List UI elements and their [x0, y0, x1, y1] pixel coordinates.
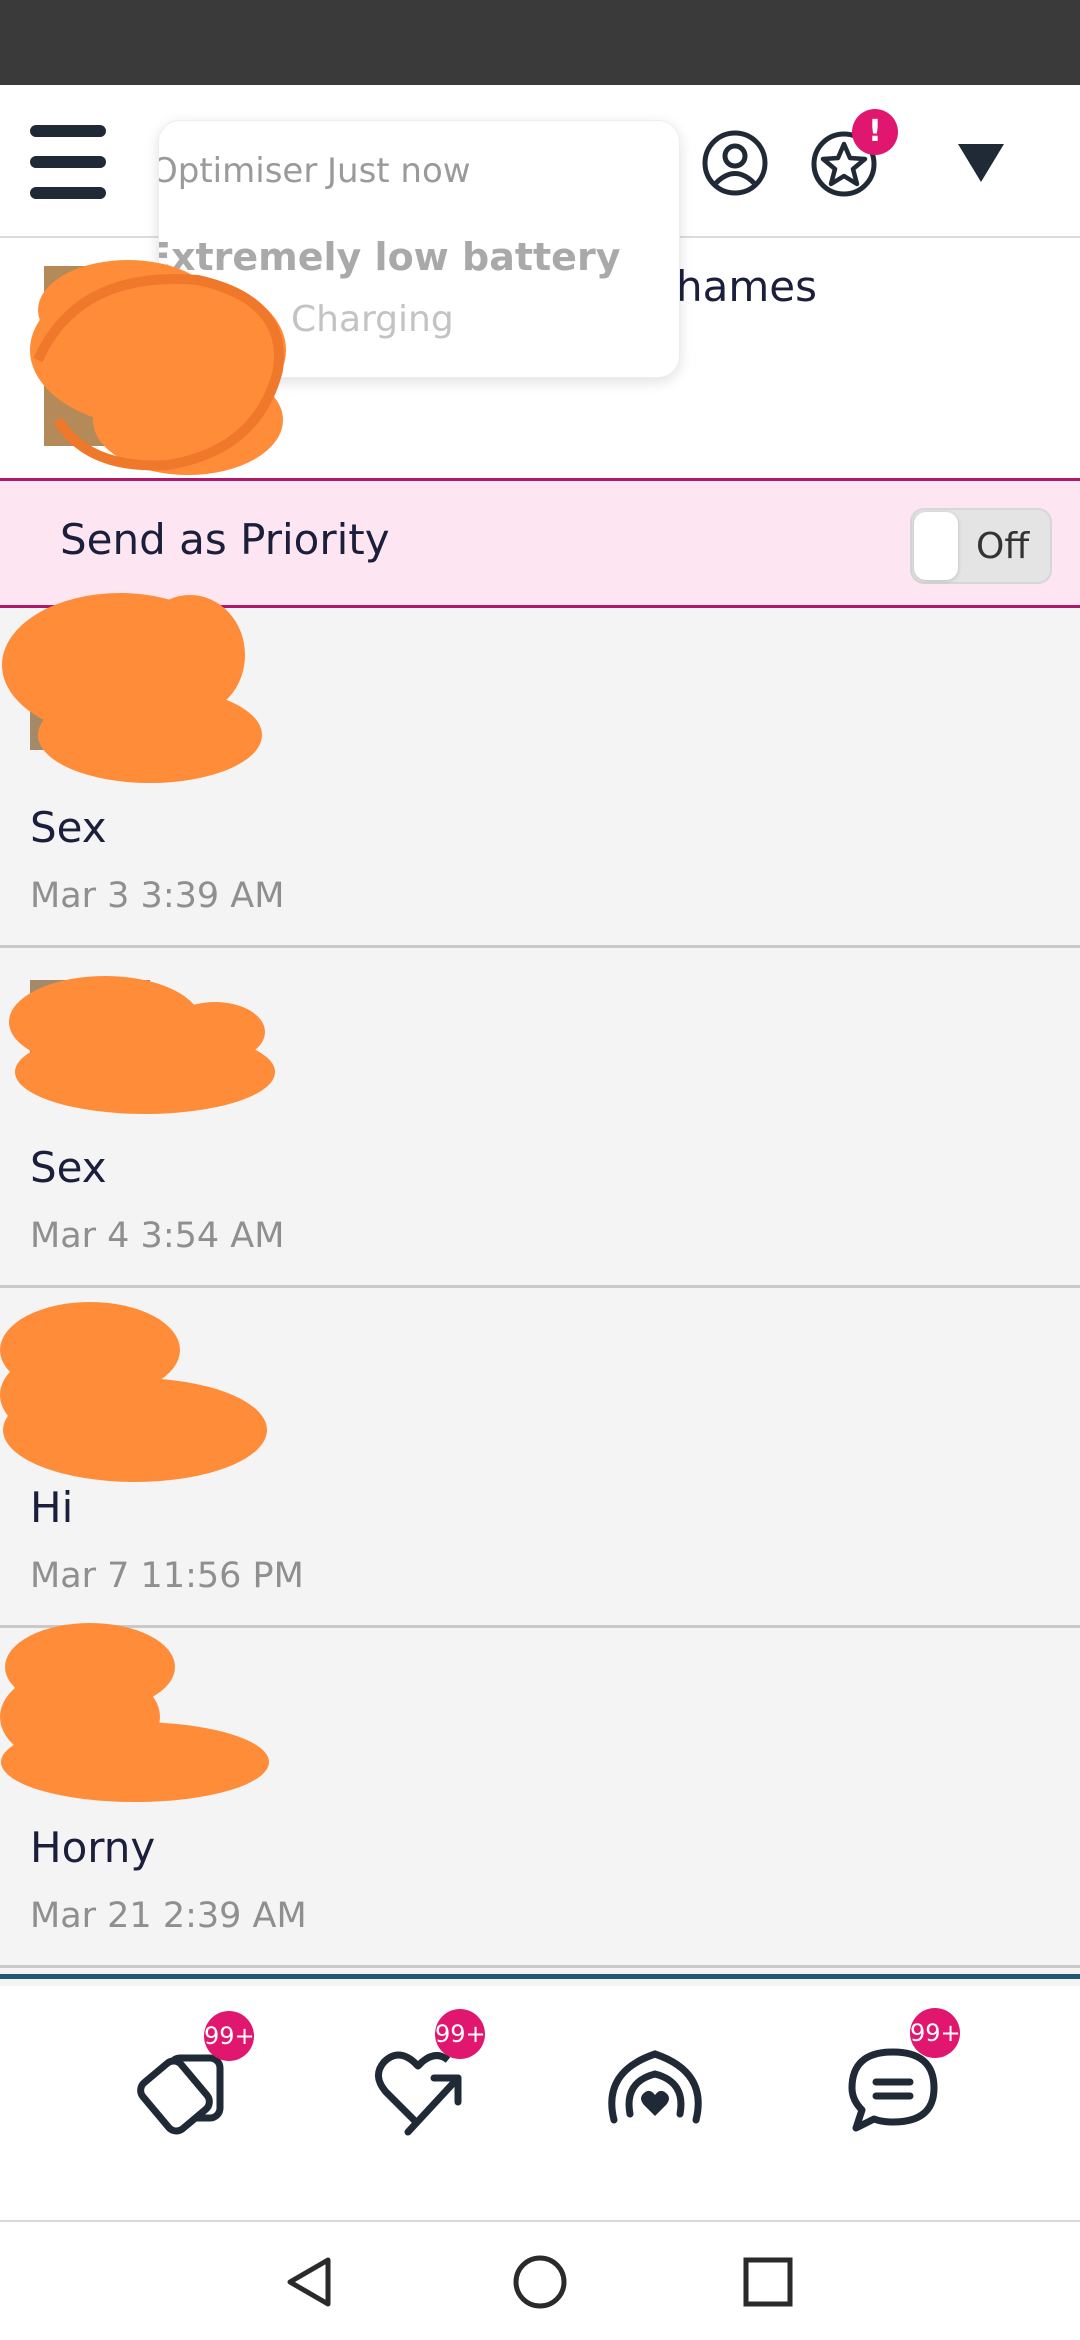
message-time: Mar 4 3:54 AM — [30, 1216, 285, 1256]
nav-badge: 99+ — [204, 2011, 255, 2061]
message-time: Mar 3 3:39 AM — [30, 876, 285, 916]
user-circle-icon[interactable] — [700, 128, 770, 198]
redaction-scribble — [0, 1623, 269, 1802]
system-nav-bar — [0, 2222, 1080, 2340]
redaction-scribble — [30, 260, 286, 475]
profile-name: hames — [676, 262, 817, 311]
redaction-scribble — [9, 976, 275, 1114]
divider — [0, 1974, 1080, 1979]
hamburger-icon[interactable] — [30, 125, 108, 199]
message-time: Mar 21 2:39 AM — [30, 1896, 307, 1936]
nav-badge: 99+ — [435, 2009, 486, 2059]
priority-label: Send as Priority — [60, 515, 390, 564]
back-icon[interactable] — [280, 2252, 340, 2312]
redaction-scribble — [2, 593, 262, 783]
redaction-scribble — [0, 1302, 267, 1482]
recents-icon[interactable] — [738, 2252, 798, 2312]
toggle-state-label: Off — [976, 526, 1030, 567]
nav-badge: 99+ — [910, 2008, 961, 2058]
status-bar — [0, 0, 1080, 85]
message-text: Horny — [30, 1823, 156, 1872]
priority-toggle[interactable]: Off — [910, 508, 1052, 584]
toggle-knob[interactable] — [914, 512, 958, 580]
notification-time: Just now — [327, 151, 471, 191]
home-icon[interactable] — [510, 2252, 570, 2312]
notification-app-name: Optimiser — [158, 151, 318, 191]
live-broadcast-heart-icon[interactable] — [600, 2032, 710, 2142]
message-text: Hi — [30, 1483, 74, 1532]
message-time: Mar 7 11:56 PM — [30, 1556, 304, 1596]
notification-body: Charging — [291, 299, 454, 340]
triangle-down-icon[interactable] — [956, 142, 1006, 184]
favorites-badge: ! — [852, 109, 898, 155]
message-text: Sex — [30, 1143, 107, 1192]
bottom-nav: 99+ 99+ 99+ — [0, 1986, 1080, 2222]
message-text: Sex — [30, 803, 107, 852]
